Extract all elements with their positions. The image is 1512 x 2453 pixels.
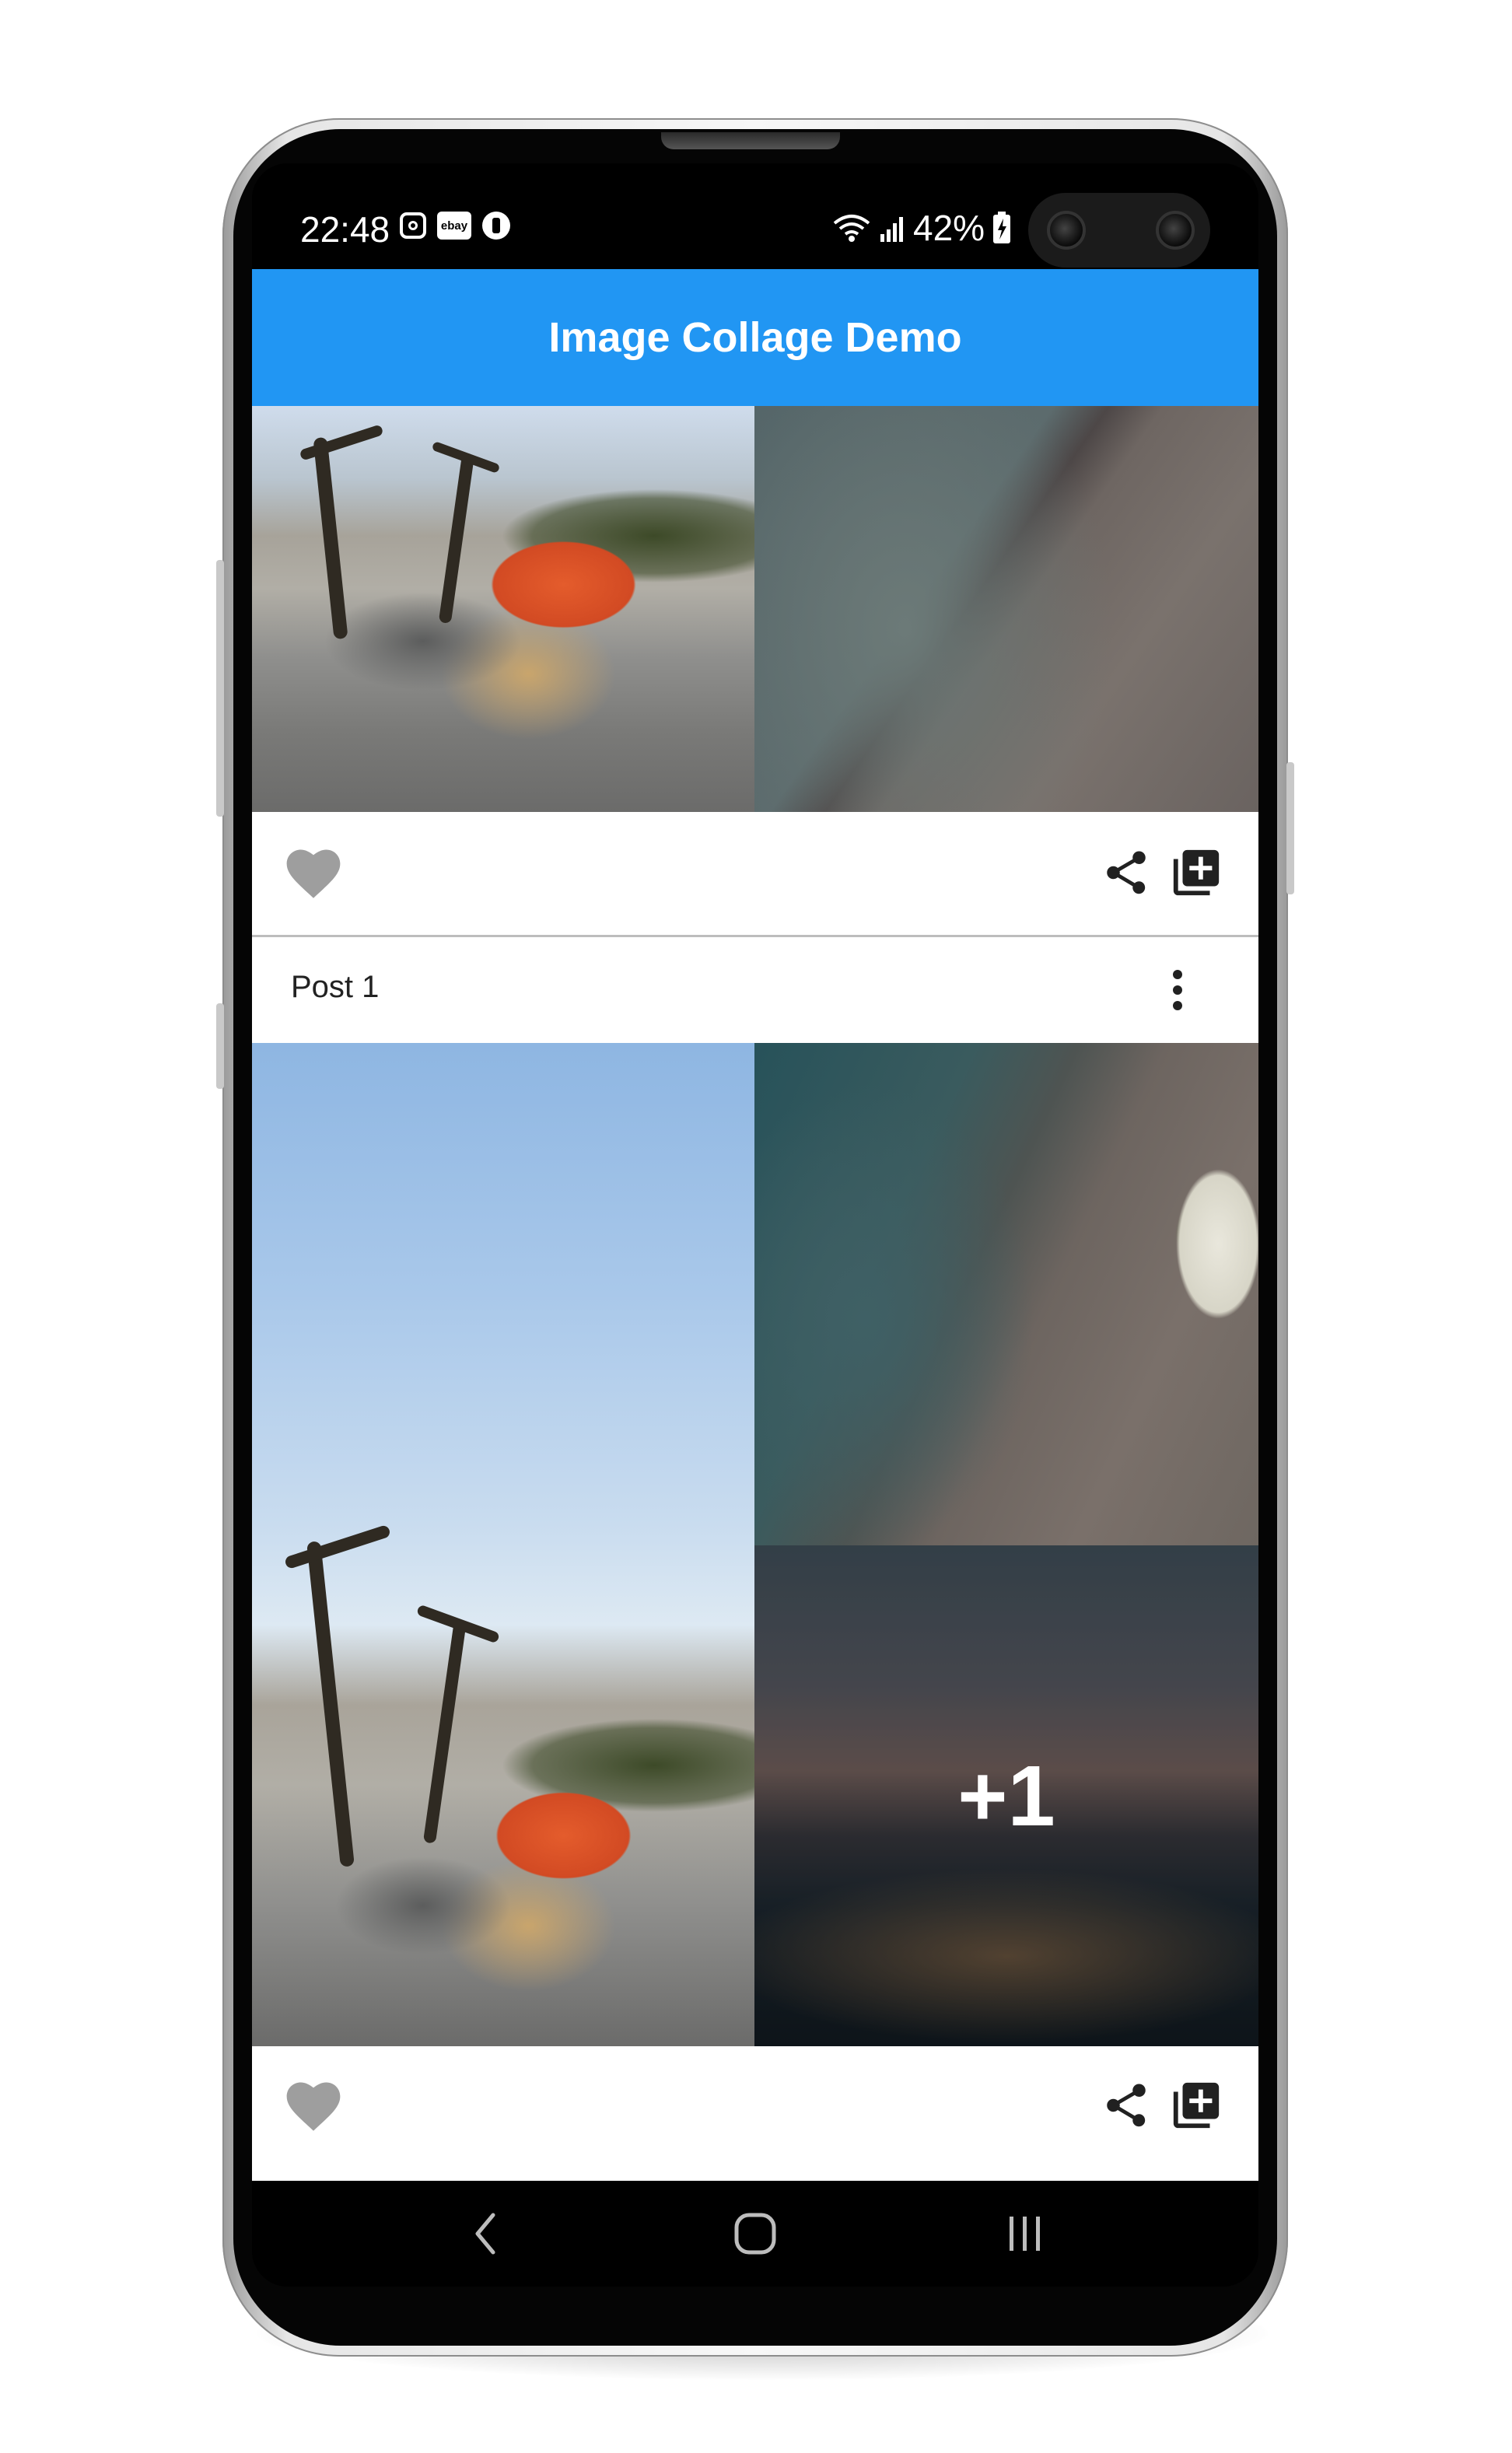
- post-feed[interactable]: Post 1 +1: [252, 406, 1258, 2181]
- earpiece-speaker: [661, 132, 840, 149]
- city-skyline-photo[interactable]: +1: [754, 1545, 1258, 2046]
- post-title: Post 1: [291, 970, 380, 1004]
- battery-percent: 42%: [913, 208, 985, 248]
- joshua-tree: [313, 436, 348, 640]
- joshua-tree: [422, 1618, 467, 1844]
- camera-lens: [1047, 211, 1086, 250]
- joshua-tree: [283, 1524, 392, 1570]
- more-images-count: +1: [957, 1748, 1055, 1844]
- joshua-tree: [299, 424, 384, 461]
- joshua-tree: [306, 1541, 355, 1867]
- post-action-bar: [252, 812, 1258, 935]
- share-icon[interactable]: [1097, 843, 1156, 902]
- signal-icon: [880, 217, 903, 242]
- instagram-icon: [400, 212, 426, 239]
- recents-icon[interactable]: [978, 2181, 1072, 2287]
- wifi-icon: [833, 215, 870, 242]
- phone-screen: 22:48 ebay 42% Image Collage Demo Post 1…: [252, 163, 1258, 2287]
- shoreline-photo[interactable]: [754, 406, 1258, 812]
- joshua-tree: [438, 452, 475, 625]
- add-collection-icon[interactable]: [1167, 843, 1226, 902]
- post-header: Post 1: [252, 937, 1258, 1043]
- add-collection-icon[interactable]: [1167, 2076, 1226, 2135]
- power-button: [1286, 762, 1294, 894]
- favorite-icon[interactable]: [278, 2074, 348, 2136]
- ebay-icon: ebay: [437, 212, 471, 240]
- status-bar: 22:48 ebay 42%: [252, 163, 1258, 269]
- bixby-button: [216, 1003, 224, 1089]
- back-icon[interactable]: [439, 2181, 532, 2287]
- post-action-bar: [252, 2046, 1258, 2169]
- home-icon[interactable]: [709, 2181, 802, 2287]
- desert-camp-photo[interactable]: [252, 1043, 754, 2046]
- share-icon[interactable]: [1097, 2076, 1156, 2135]
- favorite-icon[interactable]: [278, 842, 348, 904]
- shoreline-island-photo[interactable]: [754, 1043, 1258, 1545]
- app-bar: Image Collage Demo: [252, 269, 1258, 406]
- status-right: 42%: [832, 207, 1011, 249]
- status-time: 22:48: [300, 209, 390, 250]
- battery-charging-icon: [993, 212, 1011, 243]
- navigation-bar: [252, 2181, 1258, 2287]
- more-options-icon[interactable]: [1154, 961, 1201, 1020]
- desert-camp-photo[interactable]: [252, 406, 754, 812]
- volume-button: [216, 560, 224, 817]
- app-icon: [482, 212, 510, 240]
- app-bar-title: Image Collage Demo: [548, 314, 962, 361]
- camera-lens: [1156, 211, 1195, 250]
- notification-icons: ebay: [400, 212, 510, 240]
- front-camera: [1028, 193, 1210, 268]
